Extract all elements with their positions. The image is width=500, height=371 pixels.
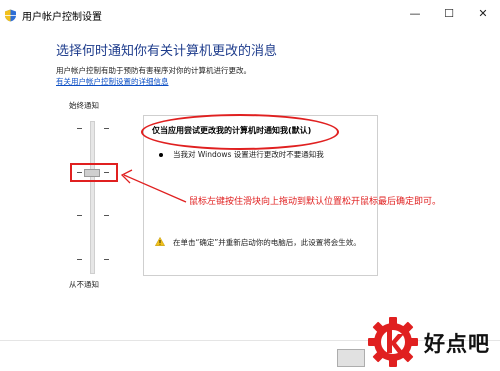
minimize-button[interactable]: — [398, 0, 432, 28]
bullet-icon [159, 153, 163, 157]
slider-top-label: 始终通知 [69, 101, 99, 110]
watermark-text: 好点吧 [424, 332, 490, 356]
slider-tick [104, 259, 109, 260]
annotation-arrow-icon [120, 169, 187, 203]
uac-shield-icon [5, 9, 16, 22]
uac-details-link[interactable]: 有关用户帐户控制设置的详细信息 [56, 76, 169, 87]
maximize-button[interactable]: ☐ [432, 0, 466, 28]
setting-bullet-text: 当我对 Windows 设置进行更改时不要通知我 [173, 150, 324, 159]
uac-settings-window: 用户帐户控制设置 — ☐ ✕ 选择何时通知你有关计算机更改的消息 用户帐户控制有… [0, 0, 500, 371]
title-bar: 用户帐户控制设置 — ☐ ✕ [0, 0, 500, 30]
restart-warning-text: 在单击“确定”并重新启动你的电脑后，此设置将会生效。 [173, 238, 361, 247]
window-title: 用户帐户控制设置 [22, 12, 102, 23]
description-text: 用户帐户控制有助于预防有害程序对你的计算机进行更改。 [56, 66, 251, 75]
slider-tick [104, 128, 109, 129]
slider-tick [77, 128, 82, 129]
setting-title-highlight-ellipse [141, 114, 339, 150]
close-button[interactable]: ✕ [466, 0, 500, 28]
slider-tick [77, 259, 82, 260]
slider-tick [77, 215, 82, 216]
watermark: 好点吧 [366, 313, 500, 371]
slider-tick [104, 215, 109, 216]
annotation-instruction: 鼠标左键按住滑块向上拖动到默认位置松开鼠标最后确定即可。 [189, 197, 442, 207]
ok-button[interactable] [337, 349, 365, 367]
warning-icon [155, 237, 165, 246]
notify-level-slider-track[interactable] [90, 121, 95, 274]
page-heading: 选择何时通知你有关计算机更改的消息 [56, 44, 278, 59]
watermark-gear-logo-icon [368, 317, 418, 367]
thumb-highlight-box [70, 163, 118, 182]
slider-bottom-label: 从不通知 [69, 280, 99, 289]
